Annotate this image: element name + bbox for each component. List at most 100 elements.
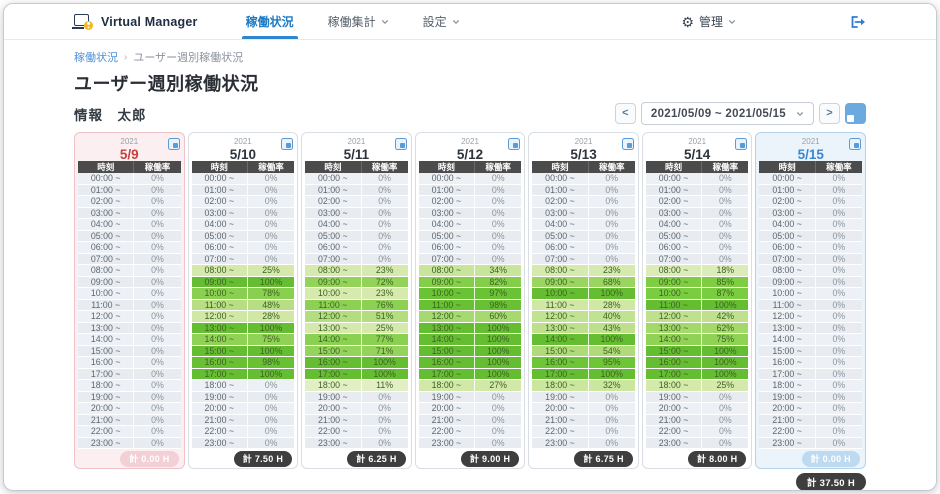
user-name: 情報 太郎 [74,104,147,124]
hour-row: 08:00 ~23% [305,265,408,277]
day-total-badge: 計 8.00 H [688,451,746,467]
calendar-edit-icon[interactable] [849,138,861,150]
hour-label: 05:00 ~ [192,231,248,242]
hour-label: 16:00 ~ [759,357,815,368]
hour-label: 15:00 ~ [78,346,134,357]
hour-label: 18:00 ~ [419,380,475,391]
hour-label: 18:00 ~ [305,380,361,391]
hour-row: 21:00 ~0% [646,415,749,427]
hour-label: 20:00 ~ [192,403,248,414]
hour-label: 14:00 ~ [532,334,588,345]
rate-value: 87% [702,288,748,299]
hour-row: 01:00 ~0% [192,185,295,197]
hour-label: 15:00 ~ [759,346,815,357]
nav-utilization-summary[interactable]: 稼働集計 [328,4,389,39]
rate-value: 0% [475,185,521,196]
hour-label: 06:00 ~ [759,242,815,253]
rate-value: 77% [362,334,408,345]
hour-label: 21:00 ~ [419,415,475,426]
hour-label: 19:00 ~ [646,392,702,403]
hour-row: 10:00 ~100% [532,288,635,300]
calendar-edit-icon[interactable] [735,138,747,150]
rate-value: 0% [816,196,862,207]
calendar-edit-icon[interactable] [168,138,180,150]
rate-value: 100% [475,346,521,357]
hour-label: 19:00 ~ [532,392,588,403]
hour-label: 14:00 ~ [646,334,702,345]
rate-value: 0% [816,265,862,276]
hour-row: 07:00 ~0% [532,254,635,266]
rate-value: 0% [362,231,408,242]
rate-value: 28% [248,311,294,322]
hour-row: 05:00 ~0% [419,231,522,243]
rate-value: 0% [589,403,635,414]
rate-value: 0% [816,242,862,253]
nav-settings[interactable]: 設定 [423,4,460,39]
hour-label: 01:00 ~ [759,185,815,196]
hour-row: 11:00 ~0% [759,300,862,312]
hour-label: 06:00 ~ [192,242,248,253]
hour-row: 01:00 ~0% [646,185,749,197]
rate-value: 68% [589,277,635,288]
date-range-select[interactable]: 2021/05/09 ~ 2021/05/15 [641,102,814,125]
day-card-footer: 計 9.00 H [419,449,522,466]
rate-value: 0% [248,231,294,242]
rate-value: 0% [702,392,748,403]
hour-row: 21:00 ~0% [419,415,522,427]
rate-value: 0% [134,438,180,449]
calendar-edit-icon[interactable] [508,138,520,150]
hour-label: 15:00 ~ [532,346,588,357]
rate-value: 0% [134,403,180,414]
hour-row: 04:00 ~0% [419,219,522,231]
rate-value: 0% [589,254,635,265]
rate-value: 0% [134,300,180,311]
day-card-header: 2021 5/13 [532,136,635,161]
hour-label: 03:00 ~ [759,208,815,219]
hour-label: 20:00 ~ [305,403,361,414]
hour-label: 05:00 ~ [532,231,588,242]
calendar-edit-icon[interactable] [622,138,634,150]
hour-row: 03:00 ~0% [759,208,862,220]
rate-value: 0% [248,196,294,207]
hour-label: 10:00 ~ [759,288,815,299]
rate-value: 0% [248,208,294,219]
rate-value: 0% [134,334,180,345]
hour-row: 00:00 ~0% [646,173,749,185]
hour-label: 16:00 ~ [532,357,588,368]
chevron-down-icon [452,18,460,26]
rate-value: 32% [589,380,635,391]
hour-row: 10:00 ~97% [419,288,522,300]
admin-menu[interactable]: ⚙ 管理 [681,13,736,30]
hour-row: 02:00 ~0% [192,196,295,208]
memo-icon[interactable] [845,103,866,124]
rate-value: 34% [475,265,521,276]
hour-row: 05:00 ~0% [78,231,181,243]
next-week-button[interactable]: > [819,103,840,124]
hour-label: 11:00 ~ [759,300,815,311]
hour-label: 15:00 ~ [192,346,248,357]
hour-row: 04:00 ~0% [305,219,408,231]
calendar-edit-icon[interactable] [281,138,293,150]
rate-value: 100% [475,323,521,334]
hour-label: 21:00 ~ [305,415,361,426]
logout-icon[interactable] [850,15,866,29]
hour-label: 22:00 ~ [646,426,702,437]
rate-value: 0% [248,403,294,414]
hour-row: 20:00 ~0% [532,403,635,415]
prev-week-button[interactable]: < [615,103,636,124]
nav-utilization-status[interactable]: 稼働状況 [246,4,294,39]
hour-label: 12:00 ~ [419,311,475,322]
day-year: 2021 [78,136,181,146]
hour-label: 16:00 ~ [419,357,475,368]
hour-label: 05:00 ~ [305,231,361,242]
hour-row: 09:00 ~0% [78,277,181,289]
hour-row: 15:00 ~100% [192,346,295,358]
calendar-edit-icon[interactable] [395,138,407,150]
rate-value: 40% [589,311,635,322]
hour-row: 20:00 ~0% [305,403,408,415]
hour-label: 07:00 ~ [532,254,588,265]
rate-value: 0% [362,242,408,253]
hour-label: 19:00 ~ [78,392,134,403]
hour-label: 15:00 ~ [646,346,702,357]
breadcrumb-link[interactable]: 稼働状況 [74,49,118,65]
